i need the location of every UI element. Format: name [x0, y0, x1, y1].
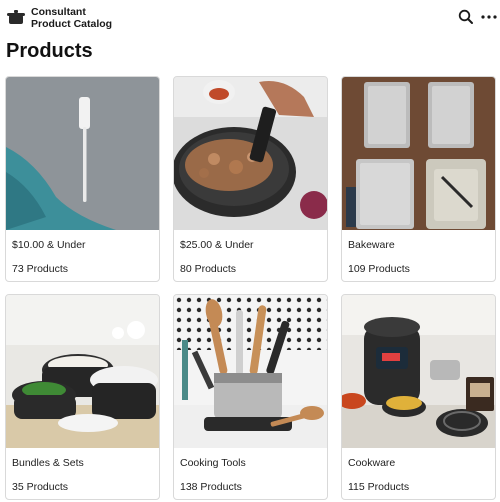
category-image — [174, 77, 327, 230]
category-image — [342, 295, 495, 448]
category-card-cooking-tools[interactable]: Cooking Tools 138 Products — [173, 294, 328, 500]
category-name: $10.00 & Under — [12, 239, 86, 251]
category-count: 109 Products — [348, 263, 410, 275]
page-title: Products — [6, 40, 93, 62]
app-header: Consultant Product Catalog — [0, 0, 500, 34]
category-count: 35 Products — [12, 481, 69, 493]
category-card-25-and-under[interactable]: $25.00 & Under 80 Products — [173, 76, 328, 282]
category-name: Cooking Tools — [180, 457, 246, 469]
category-name: Bakeware — [348, 239, 395, 251]
category-card-bundles-and-sets[interactable]: Bundles & Sets 35 Products — [5, 294, 160, 500]
category-card-bakeware[interactable]: Bakeware 109 Products — [341, 76, 496, 282]
category-name: Bundles & Sets — [12, 457, 84, 469]
category-image — [342, 77, 495, 230]
brand-line-1: Consultant — [31, 6, 86, 18]
category-image — [174, 295, 327, 448]
category-name: Cookware — [348, 457, 396, 469]
search-icon[interactable] — [457, 8, 475, 26]
category-image — [6, 295, 159, 448]
brand-line-2: Product Catalog — [31, 18, 113, 30]
category-count: 80 Products — [180, 263, 237, 275]
category-image — [6, 77, 159, 230]
app-brand: Consultant Product Catalog — [31, 6, 112, 30]
category-card-10-and-under[interactable]: $10.00 & Under 73 Products — [5, 76, 160, 282]
category-count: 115 Products — [348, 481, 410, 493]
category-count: 73 Products — [12, 263, 69, 275]
category-card-cookware[interactable]: Cookware 115 Products — [341, 294, 496, 500]
category-name: $25.00 & Under — [180, 239, 254, 251]
category-count: 138 Products — [180, 481, 242, 493]
more-horizontal-icon[interactable] — [480, 8, 498, 26]
cooking-pot-icon — [7, 10, 25, 24]
